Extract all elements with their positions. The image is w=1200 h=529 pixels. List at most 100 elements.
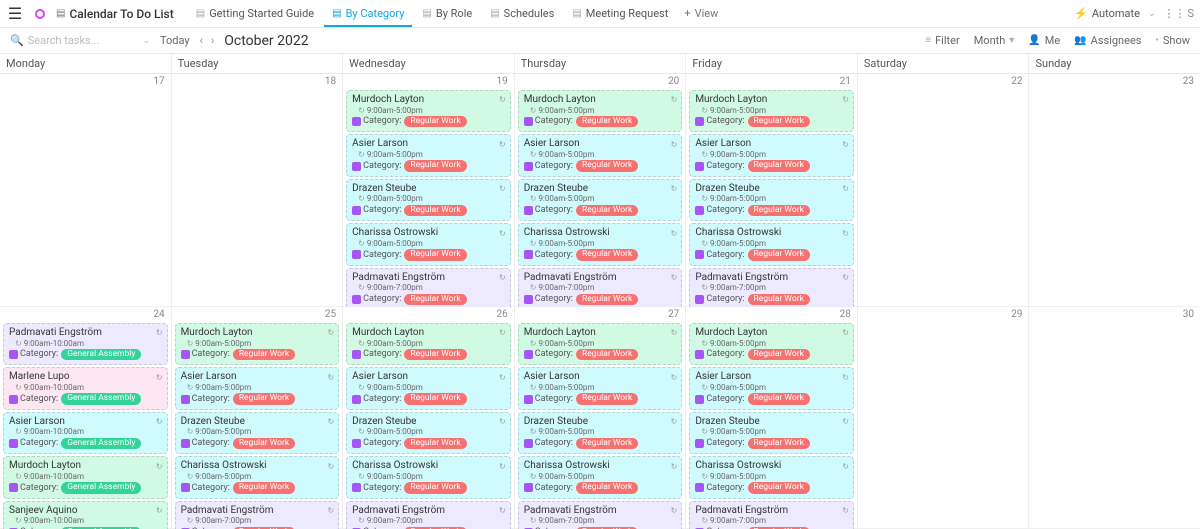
day-cell[interactable]: 22 (858, 74, 1030, 306)
event-name: Asier Larson (524, 138, 580, 150)
event-card[interactable]: Sanjeev Aquino↻9:00am-10:00amCategory:Ge… (3, 501, 168, 529)
day-cell[interactable]: 18 (172, 74, 344, 306)
search-chevron-icon[interactable]: ⌄ (142, 36, 150, 46)
recur-icon: ↻ (671, 462, 678, 471)
event-card[interactable]: Marlene Lupo↻9:00am-10:00amCategory:Gene… (3, 367, 168, 409)
event-card[interactable]: Padmavati Engström↻9:00am-7:00pmCategory… (518, 501, 683, 529)
event-card[interactable]: Murdoch Layton↻9:00am-5:00pmCategory:Reg… (175, 323, 340, 365)
event-card[interactable]: Murdoch Layton↻9:00am-5:00pmCategory:Reg… (346, 323, 511, 365)
day-cell[interactable]: 25Murdoch Layton↻9:00am-5:00pmCategory:R… (172, 307, 344, 528)
recur-icon: ↻ (499, 462, 506, 471)
day-cell[interactable]: 27Murdoch Layton↻9:00am-5:00pmCategory:R… (515, 307, 687, 528)
day-cell[interactable]: 28Murdoch Layton↻9:00am-5:00pmCategory:R… (686, 307, 858, 528)
recur-icon: ↻ (671, 417, 678, 426)
event-card[interactable]: Murdoch Layton↻9:00am-5:00pmCategory:Reg… (518, 90, 683, 132)
day-cell[interactable]: 24Padmavati Engström↻9:00am-10:00amCateg… (0, 307, 172, 528)
view-tab-getting-started-guide[interactable]: ▤Getting Started Guide (188, 1, 322, 26)
assignees-button[interactable]: 👥Assignees (1074, 34, 1141, 47)
event-card[interactable]: Drazen Steube↻9:00am-5:00pmCategory:Regu… (175, 412, 340, 454)
add-view-button[interactable]: + View (676, 1, 726, 26)
event-card[interactable]: Murdoch Layton↻9:00am-5:00pmCategory:Reg… (689, 90, 854, 132)
event-card[interactable]: Asier Larson↻9:00am-5:00pmCategory:Regul… (518, 134, 683, 176)
filter-button[interactable]: ≡Filter (925, 34, 959, 47)
day-cell[interactable]: 30 (1029, 307, 1200, 528)
view-tab-by-role[interactable]: ▤By Role (414, 1, 480, 26)
event-card[interactable]: Drazen Steube↻9:00am-5:00pmCategory:Regu… (689, 179, 854, 221)
event-card[interactable]: Padmavati Engström↻9:00am-10:00amCategor… (3, 323, 168, 365)
day-cell[interactable]: 29 (858, 307, 1030, 528)
day-cell[interactable]: 26Murdoch Layton↻9:00am-5:00pmCategory:R… (343, 307, 515, 528)
date-number: 29 (858, 307, 1029, 322)
event-card[interactable]: Asier Larson↻9:00am-5:00pmCategory:Regul… (346, 134, 511, 176)
people-icon: 👥 (1074, 35, 1086, 46)
menu-button[interactable]: ☰ (0, 4, 30, 23)
event-card[interactable]: Drazen Steube↻9:00am-5:00pmCategory:Regu… (518, 412, 683, 454)
week-row: 171819Murdoch Layton↻9:00am-5:00pmCatego… (0, 74, 1200, 307)
view-tab-label: Schedules (504, 7, 555, 20)
date-number: 17 (0, 74, 171, 89)
show-button[interactable]: •Show (1155, 34, 1190, 47)
day-cell[interactable]: 23 (1029, 74, 1200, 306)
day-header: Saturday (858, 54, 1030, 73)
automate-button[interactable]: ⚡ Automate (1074, 7, 1140, 20)
event-card[interactable]: Charissa Ostrowski↻9:00am-5:00pmCategory… (346, 456, 511, 498)
app-logo[interactable] (30, 6, 50, 22)
event-card[interactable]: Charissa Ostrowski↻9:00am-5:00pmCategory… (689, 456, 854, 498)
event-card[interactable]: Asier Larson↻9:00am-10:00amCategory:Gene… (3, 412, 168, 454)
view-tab-schedules[interactable]: ▤Schedules (482, 1, 562, 26)
event-card[interactable]: Murdoch Layton↻9:00am-5:00pmCategory:Reg… (518, 323, 683, 365)
event-card[interactable]: Padmavati Engström↻9:00am-7:00pmCategory… (689, 268, 854, 310)
event-card[interactable]: Charissa Ostrowski↻9:00am-5:00pmCategory… (518, 456, 683, 498)
page-title[interactable]: ▤ Calendar To Do List (50, 7, 180, 21)
view-tab-by-category[interactable]: ▤By Category (324, 1, 412, 26)
event-name: Padmavati Engström (181, 505, 274, 517)
event-name: Padmavati Engström (9, 327, 102, 339)
event-name: Sanjeev Aquino (9, 505, 78, 517)
event-card[interactable]: Padmavati Engström↻9:00am-7:00pmCategory… (175, 501, 340, 529)
event-card[interactable]: Padmavati Engström↻9:00am-7:00pmCategory… (518, 268, 683, 310)
category-label: Category: (352, 205, 401, 215)
event-card[interactable]: Asier Larson↻9:00am-5:00pmCategory:Regul… (175, 367, 340, 409)
today-button[interactable]: Today (160, 34, 190, 47)
event-card[interactable]: Padmavati Engström↻9:00am-7:00pmCategory… (346, 268, 511, 310)
event-card[interactable]: Drazen Steube↻9:00am-5:00pmCategory:Regu… (346, 179, 511, 221)
event-time: 9:00am-5:00pm (181, 383, 335, 392)
day-cell[interactable]: 19Murdoch Layton↻9:00am-5:00pmCategory:R… (343, 74, 515, 306)
event-card[interactable]: Asier Larson↻9:00am-5:00pmCategory:Regul… (518, 367, 683, 409)
day-cell[interactable]: 17 (0, 74, 172, 306)
recur-icon: ↻ (671, 95, 678, 104)
events-list: Murdoch Layton↻9:00am-5:00pmCategory:Reg… (686, 322, 857, 529)
event-time: 9:00am-5:00pm (695, 472, 849, 481)
me-button[interactable]: 👤Me (1028, 34, 1060, 47)
share-section[interactable]: ⋮⋮ S (1163, 7, 1194, 20)
event-card[interactable]: Murdoch Layton↻9:00am-5:00pmCategory:Reg… (346, 90, 511, 132)
chevron-down-icon[interactable]: ⌄ (1148, 9, 1156, 19)
next-button[interactable]: › (211, 34, 214, 47)
recur-icon: ↻ (671, 229, 678, 238)
event-card[interactable]: Charissa Ostrowski↻9:00am-5:00pmCategory… (689, 223, 854, 265)
event-card[interactable]: Asier Larson↻9:00am-5:00pmCategory:Regul… (689, 134, 854, 176)
month-toggle[interactable]: Month▾ (974, 34, 1015, 47)
events-list (1029, 322, 1200, 324)
event-card[interactable]: Charissa Ostrowski↻9:00am-5:00pmCategory… (346, 223, 511, 265)
event-time: 9:00am-5:00pm (352, 427, 506, 436)
event-card[interactable]: Charissa Ostrowski↻9:00am-5:00pmCategory… (518, 223, 683, 265)
category-label: Category: (695, 394, 744, 404)
event-card[interactable]: Asier Larson↻9:00am-5:00pmCategory:Regul… (689, 367, 854, 409)
day-cell[interactable]: 20Murdoch Layton↻9:00am-5:00pmCategory:R… (515, 74, 687, 306)
event-card[interactable]: Charissa Ostrowski↻9:00am-5:00pmCategory… (175, 456, 340, 498)
category-label: Category: (352, 161, 401, 171)
search-input[interactable] (28, 34, 128, 47)
event-card[interactable]: Murdoch Layton↻9:00am-5:00pmCategory:Reg… (689, 323, 854, 365)
view-tab-meeting-request[interactable]: ▤Meeting Request (564, 1, 676, 26)
day-cell[interactable]: 21Murdoch Layton↻9:00am-5:00pmCategory:R… (686, 74, 858, 306)
event-card[interactable]: Drazen Steube↻9:00am-5:00pmCategory:Regu… (518, 179, 683, 221)
date-number: 24 (0, 307, 171, 322)
event-card[interactable]: Murdoch Layton↻9:00am-10:00amCategory:Ge… (3, 456, 168, 498)
prev-button[interactable]: ‹ (200, 34, 203, 47)
event-card[interactable]: Asier Larson↻9:00am-5:00pmCategory:Regul… (346, 367, 511, 409)
event-card[interactable]: Drazen Steube↻9:00am-5:00pmCategory:Regu… (346, 412, 511, 454)
event-card[interactable]: Padmavati Engström↻9:00am-7:00pmCategory… (689, 501, 854, 529)
event-card[interactable]: Padmavati Engström↻9:00am-7:00pmCategory… (346, 501, 511, 529)
event-card[interactable]: Drazen Steube↻9:00am-5:00pmCategory:Regu… (689, 412, 854, 454)
